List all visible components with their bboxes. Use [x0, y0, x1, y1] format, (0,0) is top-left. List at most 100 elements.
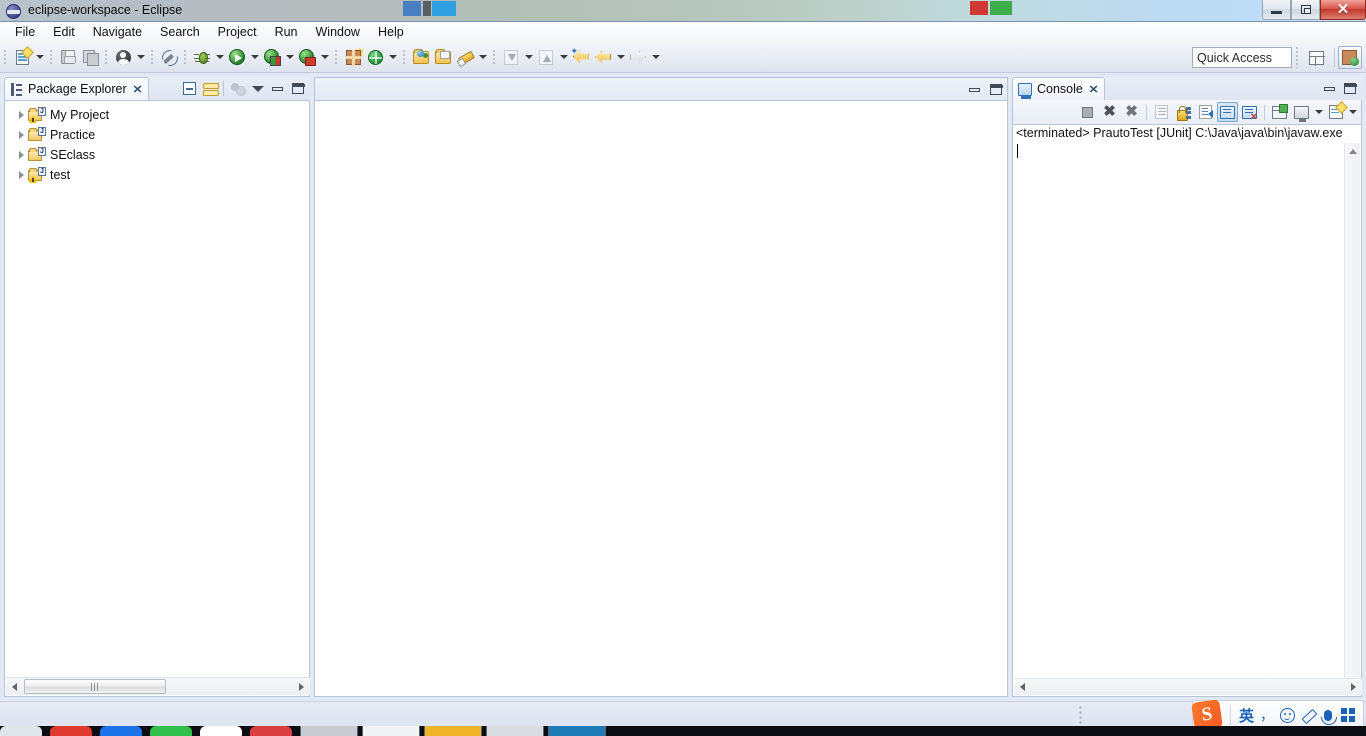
minimize-view-button[interactable]: [268, 79, 287, 98]
run-external-tools-button[interactable]: [261, 46, 283, 68]
menu-navigate[interactable]: Navigate: [84, 23, 151, 41]
run-external-tools-dropdown[interactable]: [283, 46, 296, 68]
user-assistance-button[interactable]: [112, 46, 134, 68]
taskbar-item-4[interactable]: [150, 726, 192, 736]
save-button[interactable]: [57, 46, 79, 68]
display-selected-console-button[interactable]: [1291, 102, 1312, 122]
new-java-package-button[interactable]: [342, 46, 364, 68]
scroll-lock-button[interactable]: [1173, 102, 1194, 122]
tree-item-practice[interactable]: J Practice: [5, 125, 309, 145]
minimize-view-button[interactable]: [1320, 79, 1339, 98]
restore-button[interactable]: [1291, 0, 1320, 20]
minimize-button[interactable]: [1262, 0, 1291, 20]
taskbar-item-5[interactable]: [200, 726, 242, 736]
expand-arrow-icon[interactable]: [15, 129, 28, 142]
menu-help[interactable]: Help: [369, 23, 413, 41]
remove-all-terminated-button[interactable]: ✖: [1121, 102, 1142, 122]
scroll-left-button[interactable]: [6, 678, 23, 695]
java-perspective-button[interactable]: [1338, 46, 1362, 69]
coverage-button[interactable]: [296, 46, 318, 68]
scrollbar-thumb[interactable]: [24, 679, 166, 694]
run-button[interactable]: [226, 46, 248, 68]
save-all-button[interactable]: [79, 46, 101, 68]
expand-arrow-icon[interactable]: [15, 109, 28, 122]
open-console-button[interactable]: [1325, 102, 1346, 122]
debug-button[interactable]: [191, 46, 213, 68]
tab-console[interactable]: Console ✕: [1012, 77, 1106, 100]
ime-handwriting-button[interactable]: [1298, 703, 1318, 727]
taskbar-item-11[interactable]: [548, 726, 606, 736]
expand-arrow-icon[interactable]: [15, 149, 28, 162]
menu-search[interactable]: Search: [151, 23, 209, 41]
ime-toolbox-button[interactable]: [1338, 703, 1358, 727]
menu-project[interactable]: Project: [209, 23, 266, 41]
taskbar-item-9[interactable]: [424, 726, 482, 736]
tree-item-test[interactable]: J test: [5, 165, 309, 185]
open-task-button[interactable]: [432, 46, 454, 68]
close-button[interactable]: ✕: [1320, 0, 1366, 20]
close-icon[interactable]: ✕: [132, 83, 142, 96]
show-console-on-output-button[interactable]: [1217, 102, 1238, 122]
mark-occurrences-button[interactable]: [454, 46, 476, 68]
forward-dropdown[interactable]: [649, 46, 662, 68]
minimize-editor-button[interactable]: [965, 80, 984, 99]
maximize-view-button[interactable]: [1340, 79, 1359, 98]
scroll-up-button[interactable]: [1345, 143, 1361, 159]
taskbar-item-2[interactable]: [50, 726, 92, 736]
last-edit-location-button[interactable]: ✦: [570, 46, 592, 68]
toolbar-grip[interactable]: [492, 48, 497, 66]
taskbar-item-8[interactable]: [362, 726, 420, 736]
scroll-left-button[interactable]: [1014, 679, 1031, 696]
quick-access-field[interactable]: Quick Access: [1192, 47, 1292, 68]
tree-item-seclass[interactable]: J SEclass: [5, 145, 309, 165]
maximize-view-button[interactable]: [288, 79, 307, 98]
close-icon[interactable]: ✕: [1088, 83, 1098, 96]
run-dropdown[interactable]: [248, 46, 261, 68]
new-java-class-button[interactable]: [364, 46, 386, 68]
collapse-all-button[interactable]: [180, 79, 199, 98]
taskbar-item-3[interactable]: [100, 726, 142, 736]
horizontal-scrollbar[interactable]: [6, 677, 310, 695]
editor-empty-surface[interactable]: [314, 100, 1008, 697]
previous-annotation-dropdown[interactable]: [522, 46, 535, 68]
next-annotation-dropdown[interactable]: [557, 46, 570, 68]
ime-voice-input-button[interactable]: [1318, 703, 1338, 727]
next-annotation-button[interactable]: [535, 46, 557, 68]
new-java-class-dropdown[interactable]: [386, 46, 399, 68]
scrollbar-track[interactable]: [23, 678, 293, 695]
toolbar-grip[interactable]: [49, 48, 54, 66]
menu-window[interactable]: Window: [307, 23, 369, 41]
toolbar-grip[interactable]: [183, 48, 188, 66]
tree-item-my-project[interactable]: J My Project: [5, 105, 309, 125]
back-dropdown[interactable]: [614, 46, 627, 68]
toggle-annotations-button[interactable]: [158, 46, 180, 68]
open-perspective-button[interactable]: [1304, 46, 1328, 69]
perspective-grip[interactable]: [1295, 46, 1300, 68]
open-type-button[interactable]: [410, 46, 432, 68]
menu-edit[interactable]: Edit: [44, 23, 84, 41]
link-with-editor-button[interactable]: [200, 79, 219, 98]
tab-package-explorer[interactable]: Package Explorer ✕: [4, 77, 149, 100]
clear-console-button[interactable]: [1151, 102, 1172, 122]
taskbar-item-1[interactable]: [0, 726, 42, 736]
toolbar-grip[interactable]: [104, 48, 109, 66]
open-console-dropdown[interactable]: [1347, 102, 1358, 122]
maximize-editor-button[interactable]: [986, 80, 1005, 99]
horizontal-scrollbar[interactable]: [1014, 678, 1362, 695]
display-selected-console-dropdown[interactable]: [1313, 102, 1324, 122]
pin-console-button[interactable]: [1269, 102, 1290, 122]
taskbar-item-7[interactable]: [300, 726, 358, 736]
remove-launch-button[interactable]: ✖: [1099, 102, 1120, 122]
scroll-right-button[interactable]: [1345, 679, 1362, 696]
toolbar-grip[interactable]: [402, 48, 407, 66]
back-button[interactable]: [592, 46, 614, 68]
mark-occurrences-dropdown[interactable]: [476, 46, 489, 68]
toolbar-grip[interactable]: [150, 48, 155, 66]
show-console-on-error-button[interactable]: [1239, 102, 1260, 122]
forward-button[interactable]: [627, 46, 649, 68]
debug-dropdown[interactable]: [213, 46, 226, 68]
previous-annotation-button[interactable]: [500, 46, 522, 68]
menu-file[interactable]: File: [6, 23, 44, 41]
toolbar-grip[interactable]: [334, 48, 339, 66]
ime-language-mode[interactable]: 英: [1236, 703, 1257, 727]
